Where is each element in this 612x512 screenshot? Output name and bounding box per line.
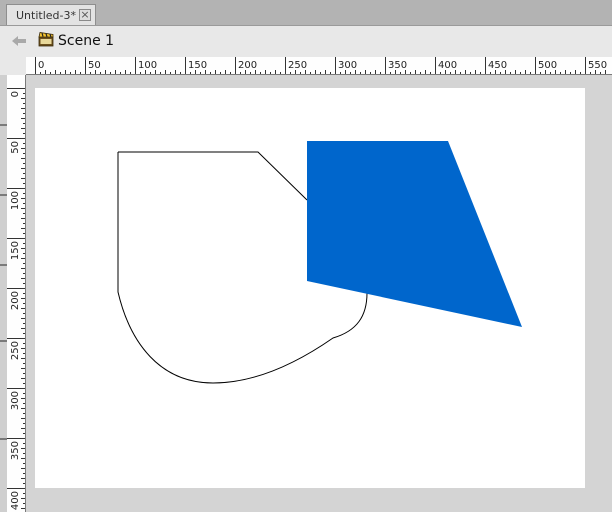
- ruler-label: 350: [10, 441, 21, 460]
- ruler-label: 250: [10, 341, 21, 360]
- edit-bar: Scene 1: [0, 26, 612, 57]
- document-tab-title: Untitled-3*: [16, 9, 76, 22]
- ruler-label: 550: [588, 60, 607, 71]
- ruler-label: 150: [10, 241, 21, 260]
- stage-drawing: [117, 141, 522, 384]
- blue-quadrilateral-shape[interactable]: [307, 141, 522, 327]
- close-icon[interactable]: ×: [79, 9, 91, 21]
- ruler-label: 50: [88, 60, 101, 71]
- document-tab-bar: Untitled-3* ×: [0, 0, 612, 26]
- ruler-label: 100: [138, 60, 157, 71]
- ruler-label: 50: [10, 141, 21, 154]
- ruler-label: 400: [438, 60, 457, 71]
- ruler-label: 300: [10, 391, 21, 410]
- ruler-label: 0: [38, 60, 44, 71]
- ruler-label: 450: [488, 60, 507, 71]
- document-tab[interactable]: Untitled-3* ×: [6, 4, 96, 25]
- ruler-label: 200: [238, 60, 257, 71]
- ruler-label: 400: [10, 491, 21, 510]
- ruler-label: 350: [388, 60, 407, 71]
- ruler-label: 150: [188, 60, 207, 71]
- back-arrow-icon[interactable]: [11, 34, 27, 48]
- ruler-label: 300: [338, 60, 357, 71]
- stage-canvas[interactable]: [35, 88, 585, 488]
- horizontal-ruler-ticks: 0 50 100 150 200 250 300 350 400 450 500 550: [35, 57, 607, 74]
- scene-breadcrumb[interactable]: Scene 1: [58, 33, 114, 49]
- ruler-label: 500: [538, 60, 557, 71]
- scene-clapper-icon: [38, 32, 54, 47]
- vertical-ruler-edge: [0, 75, 7, 512]
- ruler-label: 200: [10, 291, 21, 310]
- horizontal-ruler[interactable]: 0 50 100 150 200 250 300 350 400 450 500 550: [26, 57, 612, 75]
- ruler-label: 0: [10, 91, 21, 97]
- ruler-label: 100: [10, 191, 21, 210]
- ruler-label: 250: [288, 60, 307, 71]
- ruler-corner: [0, 57, 26, 75]
